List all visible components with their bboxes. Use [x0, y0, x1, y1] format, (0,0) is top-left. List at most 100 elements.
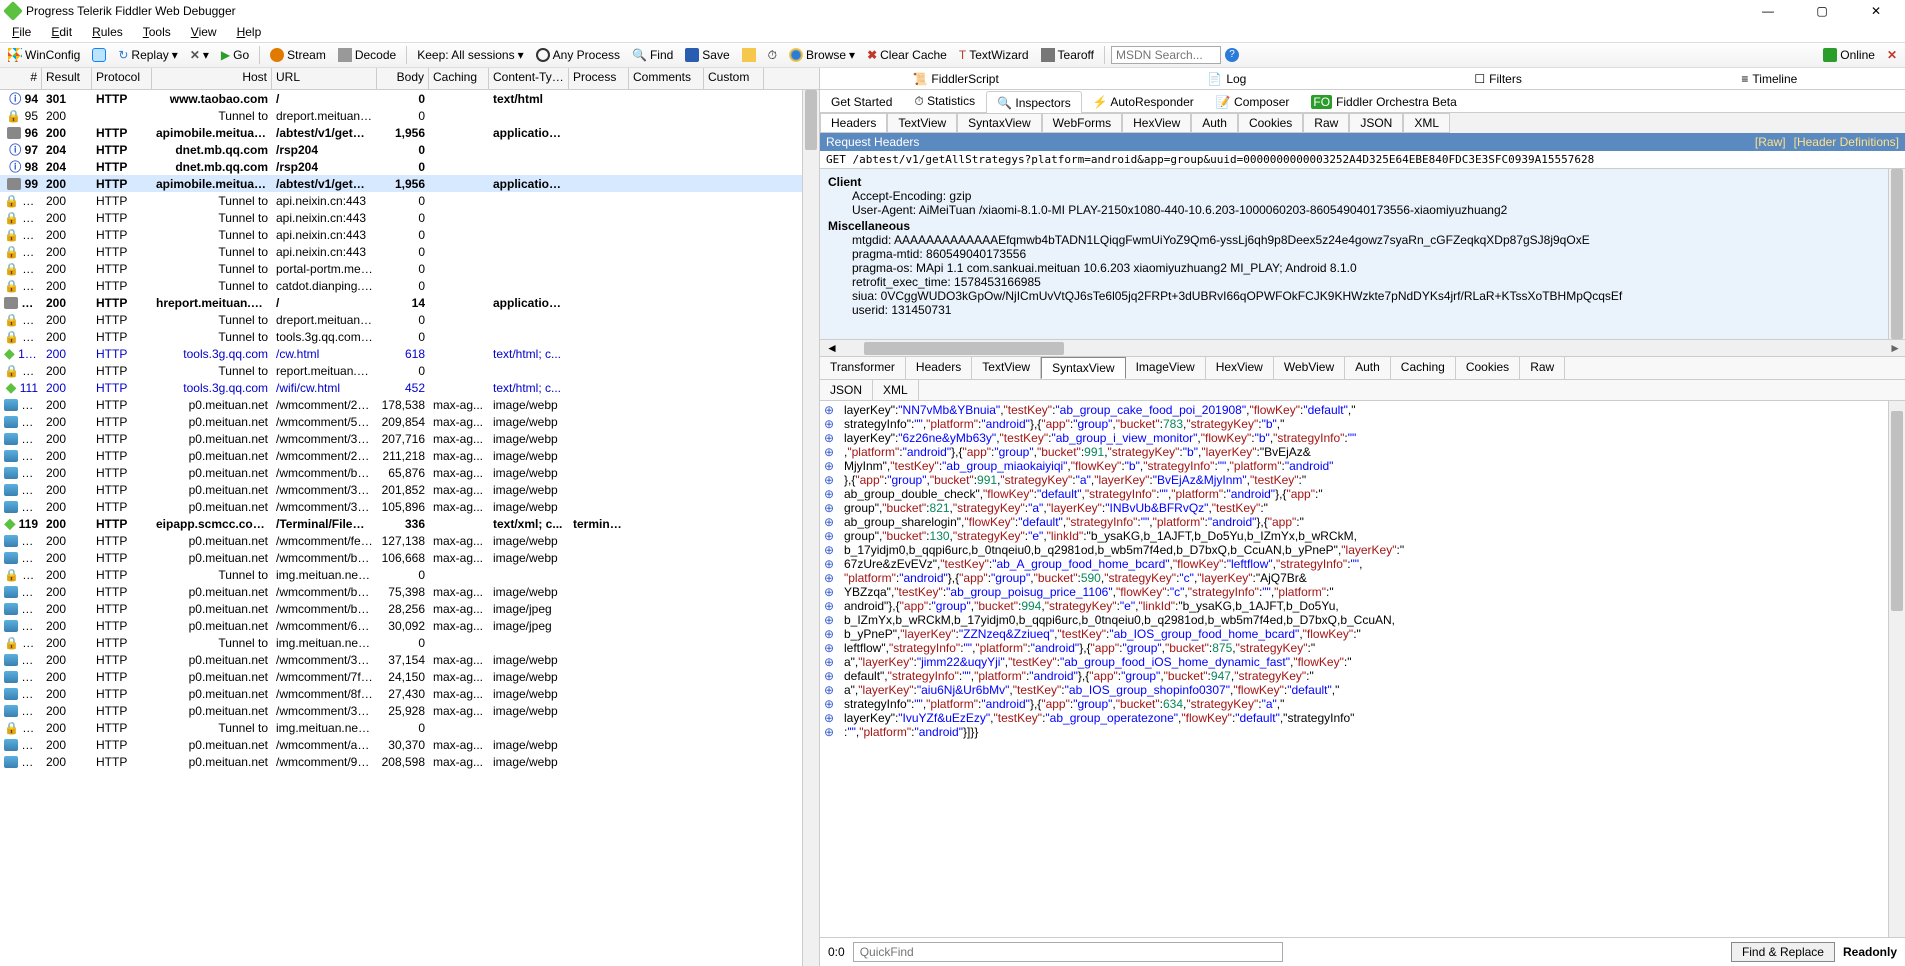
session-row[interactable]: 🔒 102200HTTPTunnel toapi.neixin.cn:4430 — [0, 226, 819, 243]
reqtab-headers[interactable]: Headers — [820, 113, 887, 133]
respsub-json[interactable]: JSON — [820, 380, 873, 400]
decode-button[interactable]: Decode — [334, 46, 400, 64]
anyprocess-button[interactable]: Any Process — [532, 46, 624, 64]
session-row[interactable]: ⓘ 94301HTTPwww.taobao.com/0text/html — [0, 90, 819, 107]
tab-timeline[interactable]: ≡ Timeline — [1634, 68, 1905, 89]
col-host[interactable]: Host — [152, 68, 272, 89]
col-caching[interactable]: Caching — [429, 68, 489, 89]
tab-fiddlerscript[interactable]: 📜 FiddlerScript — [820, 68, 1091, 89]
session-row[interactable]: 🔒 131200HTTPTunnel toimg.meituan.net:...… — [0, 719, 819, 736]
col-protocol[interactable]: Protocol — [92, 68, 152, 89]
reqtab-auth[interactable]: Auth — [1191, 113, 1238, 133]
resptab-raw[interactable]: Raw — [1520, 357, 1565, 379]
header-line[interactable]: retrofit_exec_time: 1578453166985 — [828, 275, 1897, 289]
reqtab-xml[interactable]: XML — [1403, 113, 1450, 133]
session-row[interactable]: ◆ 119200HTTPeipapp.scmcc.com.cn/Terminal… — [0, 515, 819, 532]
resptab-imageview[interactable]: ImageView — [1126, 357, 1206, 379]
menu-rules[interactable]: Rules — [84, 24, 131, 40]
header-line[interactable]: pragma-os: MApi 1.1 com.sankuai.meituan … — [828, 261, 1897, 275]
tab-autoresponder[interactable]: ⚡ AutoResponder — [1082, 90, 1205, 112]
session-row[interactable]: 127200HTTPp0.meituan.net/wmcomment/335..… — [0, 651, 819, 668]
resptab-transformer[interactable]: Transformer — [820, 357, 906, 379]
session-row[interactable]: 115200HTTPp0.meituan.net/wmcomment/24e..… — [0, 447, 819, 464]
session-row[interactable]: 🔒 110200HTTPTunnel toreport.meituan.co..… — [0, 362, 819, 379]
menu-view[interactable]: View — [183, 24, 225, 40]
header-defs-link[interactable]: [Header Definitions] — [1794, 135, 1899, 149]
respsub-xml[interactable]: XML — [873, 380, 919, 400]
session-row[interactable]: 🔒 100200HTTPTunnel toapi.neixin.cn:4430 — [0, 192, 819, 209]
session-row[interactable]: 114200HTTPp0.meituan.net/wmcomment/346..… — [0, 430, 819, 447]
session-row[interactable]: 121200HTTPp0.meituan.net/wmcomment/b2a..… — [0, 549, 819, 566]
col-[interactable]: # — [0, 68, 42, 89]
timer-button[interactable]: ⏱ — [764, 46, 781, 65]
session-row[interactable]: 120200HTTPp0.meituan.net/wmcomment/fefe.… — [0, 532, 819, 549]
col-custom[interactable]: Custom — [704, 68, 764, 89]
session-row[interactable]: 🔒 108200HTTPTunnel totools.3g.qq.com:...… — [0, 328, 819, 345]
resptab-syntaxview[interactable]: SyntaxView — [1041, 357, 1125, 379]
reqtab-textview[interactable]: TextView — [887, 113, 957, 133]
tab-log[interactable]: 📄 Log — [1091, 68, 1362, 89]
session-row[interactable]: 125200HTTPp0.meituan.net/wmcomment/62f..… — [0, 617, 819, 634]
find-replace-button[interactable]: Find & Replace — [1731, 942, 1835, 962]
session-row[interactable]: 🔒 126200HTTPTunnel toimg.meituan.net:...… — [0, 634, 819, 651]
close-button[interactable]: ✕ — [1861, 4, 1891, 18]
sessions-list[interactable]: ⓘ 94301HTTPwww.taobao.com/0text/html🔒 95… — [0, 90, 819, 966]
session-row[interactable]: 🔒 95200Tunnel todreport.meituan....0 — [0, 107, 819, 124]
maximize-button[interactable]: ▢ — [1807, 4, 1837, 18]
syntax-scrollbar[interactable] — [1888, 401, 1905, 937]
col-url[interactable]: URL — [272, 68, 377, 89]
screenshot-button[interactable] — [738, 46, 760, 64]
session-row[interactable]: 113200HTTPp0.meituan.net/wmcomment/5ee..… — [0, 413, 819, 430]
syntax-pane[interactable]: ⊕layerKey":"NN7vMb&YBnuia","testKey":"ab… — [820, 401, 1905, 937]
winconfig-button[interactable]: WinConfig — [4, 46, 84, 64]
session-row[interactable]: 132200HTTPp0.meituan.net/wmcomment/a35..… — [0, 736, 819, 753]
reqtab-cookies[interactable]: Cookies — [1238, 113, 1303, 133]
reqtab-json[interactable]: JSON — [1349, 113, 1403, 133]
col-process[interactable]: Process — [569, 68, 629, 89]
tab-filters[interactable]: ☐ Filters — [1363, 68, 1634, 89]
resptab-hexview[interactable]: HexView — [1206, 357, 1274, 379]
minimize-button[interactable]: — — [1753, 4, 1783, 18]
session-row[interactable]: 🔒 103200HTTPTunnel toapi.neixin.cn:4430 — [0, 243, 819, 260]
session-row[interactable]: 124200HTTPp0.meituan.net/wmcomment/bef..… — [0, 600, 819, 617]
session-row[interactable]: 129200HTTPp0.meituan.net/wmcomment/8f8..… — [0, 685, 819, 702]
col-comments[interactable]: Comments — [629, 68, 704, 89]
resptab-textview[interactable]: TextView — [972, 357, 1041, 379]
session-row[interactable]: 99200HTTPapimobile.meituan.c.../abtest/v… — [0, 175, 819, 192]
headers-hscroll[interactable]: ◄► — [820, 339, 1905, 356]
resptab-webview[interactable]: WebView — [1274, 357, 1345, 379]
replay-button[interactable]: ↻ Replay ▾ — [114, 46, 181, 64]
sessions-scrollbar[interactable] — [802, 90, 819, 966]
textwizard-button[interactable]: T TextWizard — [955, 46, 1033, 64]
col-body[interactable]: Body — [377, 68, 429, 89]
resptab-cookies[interactable]: Cookies — [1456, 357, 1520, 379]
session-row[interactable]: 128200HTTPp0.meituan.net/wmcomment/7fc..… — [0, 668, 819, 685]
tab-composer[interactable]: 📝 Composer — [1205, 90, 1301, 112]
col-result[interactable]: Result — [42, 68, 92, 89]
headers-scrollbar[interactable] — [1888, 169, 1905, 339]
clearcache-button[interactable]: ✖ Clear Cache — [863, 46, 951, 64]
session-row[interactable]: 🔒 107200HTTPTunnel todreport.meituan....… — [0, 311, 819, 328]
session-row[interactable]: 🔒 101200HTTPTunnel toapi.neixin.cn:4430 — [0, 209, 819, 226]
header-line[interactable]: mtgdid: AAAAAAAAAAAAAEfqmwb4bTADN1LQiqgF… — [828, 233, 1897, 247]
save-button[interactable]: Save — [681, 46, 733, 64]
tab-statistics[interactable]: ⏱ Statistics — [903, 90, 986, 112]
session-row[interactable]: 123200HTTPp0.meituan.net/wmcomment/b97..… — [0, 583, 819, 600]
session-row[interactable]: ⓘ 98204HTTPdnet.mb.qq.com/rsp2040 — [0, 158, 819, 175]
session-row[interactable]: ◆ 111200HTTPtools.3g.qq.com/wifi/cw.html… — [0, 379, 819, 396]
help-icon[interactable]: ? — [1225, 48, 1239, 62]
menu-edit[interactable]: Edit — [43, 24, 80, 40]
session-row[interactable]: 117200HTTPp0.meituan.net/wmcomment/31d..… — [0, 481, 819, 498]
header-line[interactable]: User-Agent: AiMeiTuan /xiaomi-8.1.0-MI P… — [828, 203, 1897, 217]
menu-help[interactable]: Help — [229, 24, 270, 40]
stream-button[interactable]: Stream — [266, 46, 330, 64]
close-toolbar-button[interactable]: ✕ — [1883, 46, 1901, 64]
reqtab-raw[interactable]: Raw — [1303, 113, 1349, 133]
session-row[interactable]: ⓘ 97204HTTPdnet.mb.qq.com/rsp2040 — [0, 141, 819, 158]
header-line[interactable]: Accept-Encoding: gzip — [828, 189, 1897, 203]
session-row[interactable]: 133200HTTPp0.meituan.net/wmcomment/930..… — [0, 753, 819, 770]
session-row[interactable]: 112200HTTPp0.meituan.net/wmcomment/292..… — [0, 396, 819, 413]
session-row[interactable]: ◆ 109200HTTPtools.3g.qq.com/cw.html618te… — [0, 345, 819, 362]
quickfind-input[interactable] — [853, 942, 1283, 962]
menu-file[interactable]: File — [4, 24, 39, 40]
